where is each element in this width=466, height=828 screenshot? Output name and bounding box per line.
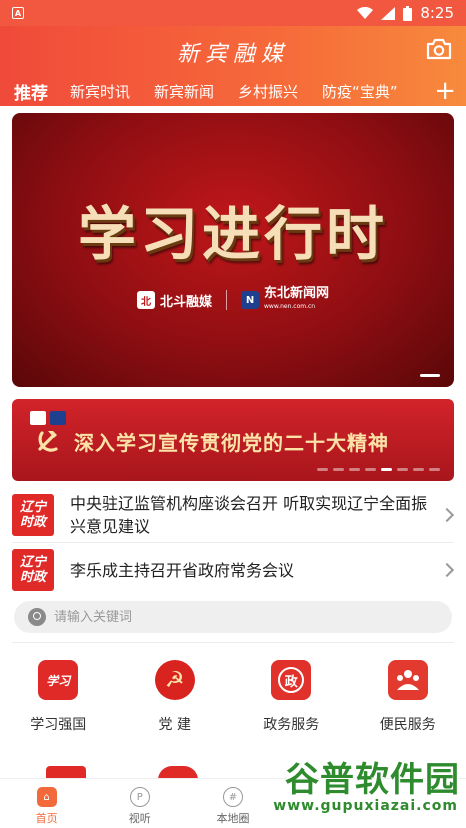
- nen-logo: N 东北新闻网 www.nen.com.cn: [241, 287, 329, 313]
- tab-epidemic-guide[interactable]: 防疫“宝典”: [310, 81, 398, 102]
- beidou-logo: 北 北斗融媒: [136, 291, 212, 310]
- watermark-url: www.gupuxiazai.com: [273, 798, 458, 814]
- divider: [12, 642, 454, 643]
- news-item[interactable]: 辽宁 时政 中央驻辽监管机构座谈会召开 听取实现辽宁全面振兴意见建议: [0, 489, 466, 541]
- tab-xinbin-news-flash[interactable]: 新宾时讯: [58, 81, 130, 102]
- chevron-right-icon: [439, 507, 455, 523]
- home-icon: ⌂: [36, 787, 57, 807]
- search-bar[interactable]: [14, 601, 452, 633]
- liaoning-politics-logo: 辽宁 时政: [12, 494, 54, 536]
- status-bar: A 8:25: [0, 0, 466, 26]
- people-service-icon: [387, 660, 428, 700]
- play-icon: P: [129, 787, 150, 807]
- service-label: 学习强国: [30, 717, 87, 733]
- nav-media[interactable]: P 视听: [93, 779, 186, 828]
- camera-icon[interactable]: [426, 38, 452, 60]
- tab-recommend[interactable]: 推荐: [0, 79, 48, 109]
- divider: [12, 542, 454, 543]
- news-title: 中央驻辽监管机构座谈会召开 听取实现辽宁全面振兴意见建议: [70, 494, 428, 536]
- news-item[interactable]: 辽宁 时政 李乐成主持召开省政府常务会议: [0, 544, 466, 596]
- nen-logo-text: 东北新闻网: [264, 286, 330, 301]
- service-convenience[interactable]: 便民服务: [350, 660, 466, 734]
- logo-divider: [226, 290, 227, 310]
- watermark: 谷普软件园 www.gupuxiazai.com: [256, 752, 466, 828]
- promo-carousel-dots: [317, 468, 440, 471]
- nav-label: 视听: [128, 812, 151, 825]
- tab-xinbin-news[interactable]: 新宾新闻: [142, 81, 214, 102]
- nen-mark-icon: N: [241, 291, 259, 309]
- promo-text: 深入学习宣传贯彻党的二十大精神: [74, 431, 389, 455]
- notification-a-icon: A: [12, 7, 24, 19]
- channel-tabs: 推荐 新宾时讯 新宾新闻 乡村振兴 防疫“宝典”: [0, 76, 466, 109]
- service-label: 便民服务: [379, 717, 436, 733]
- liaoning-politics-logo: 辽宁 时政: [12, 549, 54, 591]
- add-channel-icon[interactable]: +: [434, 76, 456, 106]
- tab-rural-revitalization[interactable]: 乡村振兴: [226, 81, 298, 102]
- hero-title: 学习进行时: [77, 200, 388, 268]
- clock: 8:25: [420, 4, 454, 22]
- wifi-icon: [357, 6, 374, 19]
- search-icon: [28, 608, 46, 626]
- app-title: 新宾融媒: [176, 42, 289, 67]
- nen-small-icon: [50, 411, 66, 425]
- search-input[interactable]: [54, 609, 434, 625]
- service-government[interactable]: 政 政务服务: [233, 660, 350, 734]
- promo-logos: [30, 411, 66, 425]
- header: 新宾融媒 推荐 新宾时讯 新宾新闻 乡村振兴 防疫“宝典” +: [0, 26, 466, 109]
- beidou-logo-text: 北斗融媒: [159, 294, 212, 310]
- nav-home[interactable]: ⌂ 首页: [0, 779, 93, 828]
- xuexi-icon: 学习: [38, 660, 79, 700]
- beidou-mark-icon: 北: [136, 291, 155, 309]
- carousel-indicator: [420, 374, 440, 377]
- service-grid: 学习 学习强国 ☭ 党 建 政 政务服务 便民服务: [0, 660, 466, 734]
- government-icon: 政: [271, 660, 312, 700]
- signal-icon: [381, 6, 396, 20]
- promo-banner[interactable]: 深入学习宣传贯彻党的二十大精神: [12, 399, 454, 481]
- service-party-building[interactable]: ☭ 党 建: [117, 660, 234, 734]
- party-emblem-icon: ☭: [154, 660, 195, 700]
- chevron-right-icon: [439, 562, 455, 578]
- hero-banner[interactable]: 学习进行时 北 北斗融媒 N 东北新闻网 www.nen.com.cn: [12, 113, 454, 387]
- beidou-small-icon: [30, 411, 46, 425]
- nen-logo-url: www.nen.com.cn: [264, 303, 316, 310]
- service-label: 党 建: [158, 717, 191, 733]
- status-right: 8:25: [357, 4, 454, 22]
- service-label: 政务服务: [263, 717, 320, 733]
- hashtag-icon: #: [222, 787, 243, 807]
- nav-label: 本地圈: [216, 812, 250, 825]
- service-xuexi[interactable]: 学习 学习强国: [0, 660, 117, 734]
- battery-icon: [403, 5, 413, 21]
- party-emblem-icon: [38, 431, 58, 452]
- nav-label: 首页: [35, 812, 58, 825]
- watermark-main: 谷普软件园: [285, 760, 460, 800]
- news-title: 李乐成主持召开省政府常务会议: [70, 560, 295, 580]
- hero-logos: 北 北斗融媒 N 东北新闻网 www.nen.com.cn: [12, 287, 454, 313]
